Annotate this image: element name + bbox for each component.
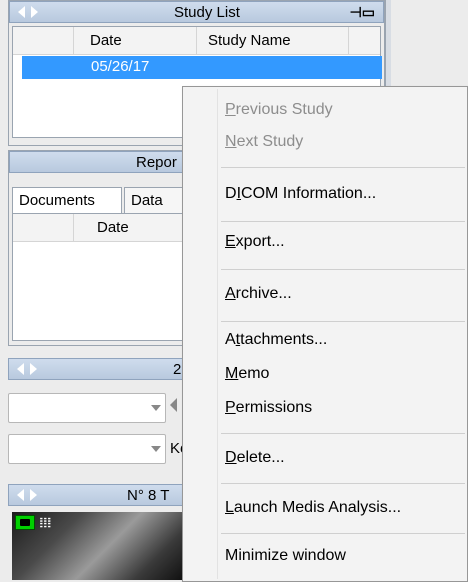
nav-prev-icon[interactable] — [17, 489, 24, 501]
table-row[interactable]: 05/26/17 — [22, 56, 382, 79]
series-title: 2 — [173, 361, 182, 378]
reports-title: Repor — [136, 154, 177, 171]
menu-item-delete[interactable]: Delete... — [225, 449, 285, 467]
pin-icon[interactable]: ⊣▭ — [350, 4, 375, 21]
menu-item-label: Delete... — [225, 449, 285, 466]
menu-item-label: Next Study — [225, 133, 304, 150]
chevron-down-icon[interactable] — [151, 446, 161, 452]
keyword-combo[interactable] — [8, 434, 166, 464]
menu-separator — [221, 433, 465, 434]
menu-item-launch-medis-analysis[interactable]: Launch Medis Analysis... — [225, 499, 401, 517]
menu-separator — [221, 221, 465, 222]
tab-documents[interactable]: Documents — [12, 187, 122, 215]
series-combo[interactable] — [8, 393, 166, 423]
attachment-icon: 𝍖 — [39, 514, 52, 530]
column-date[interactable]: Date — [90, 32, 122, 49]
menu-item-previous-study[interactable]: Previous Study — [225, 101, 333, 119]
column-study-name[interactable]: Study Name — [208, 32, 291, 49]
menu-item-memo[interactable]: Memo — [225, 365, 269, 383]
nav-next-icon[interactable] — [30, 363, 37, 375]
menu-item-label: Minimize window — [225, 547, 346, 564]
menu-item-label: Export... — [225, 233, 285, 250]
column-separator — [348, 27, 349, 54]
menu-item-permissions[interactable]: Permissions — [225, 399, 312, 417]
chevron-down-icon[interactable] — [151, 405, 161, 411]
menu-separator — [221, 321, 465, 322]
column-separator — [73, 214, 74, 241]
prev-image-icon[interactable] — [170, 398, 177, 412]
column-date[interactable]: Date — [97, 219, 129, 236]
menu-item-label: Attachments... — [225, 331, 328, 348]
menu-item-next-study[interactable]: Next Study — [225, 133, 303, 151]
thumbnails-title: N° 8 T — [127, 487, 170, 504]
menu-item-label: Launch Medis Analysis... — [225, 499, 402, 516]
menu-item-label: Permissions — [225, 399, 313, 416]
study-list-header: Study List ⊣▭ — [9, 1, 384, 23]
column-separator — [196, 27, 197, 54]
menu-item-export[interactable]: Export... — [225, 233, 285, 251]
menu-gutter — [217, 89, 218, 579]
tab-data[interactable]: Data — [124, 187, 184, 213]
thumbnail-image[interactable]: 𝍖 — [12, 512, 182, 580]
menu-item-dicom-information[interactable]: DICOM Information... — [225, 185, 376, 203]
menu-separator — [221, 533, 465, 534]
study-list-title: Study List — [174, 4, 240, 21]
series-nav[interactable] — [17, 363, 37, 375]
menu-item-attachments[interactable]: Attachments... — [225, 331, 327, 349]
video-badge-icon — [15, 515, 35, 530]
menu-separator — [221, 167, 465, 168]
menu-separator — [221, 483, 465, 484]
study-list-column-header: Date Study Name — [13, 27, 380, 55]
menu-item-minimize-window[interactable]: Minimize window — [225, 547, 346, 565]
study-list-nav[interactable] — [18, 6, 38, 18]
thumbnails-nav[interactable] — [17, 489, 37, 501]
nav-prev-icon[interactable] — [17, 363, 24, 375]
nav-next-icon[interactable] — [31, 6, 38, 18]
menu-separator — [221, 269, 465, 270]
menu-item-archive[interactable]: Archive... — [225, 285, 292, 303]
context-menu: Previous Study Next Study DICOM Informat… — [182, 86, 468, 582]
nav-next-icon[interactable] — [30, 489, 37, 501]
menu-item-label: DICOM Information... — [225, 185, 377, 202]
menu-item-label: Memo — [225, 365, 270, 382]
menu-item-label: Archive... — [225, 285, 292, 302]
menu-item-label: Previous Study — [225, 101, 333, 118]
row-date: 05/26/17 — [91, 58, 150, 75]
nav-prev-icon[interactable] — [18, 6, 25, 18]
column-separator — [73, 27, 74, 54]
